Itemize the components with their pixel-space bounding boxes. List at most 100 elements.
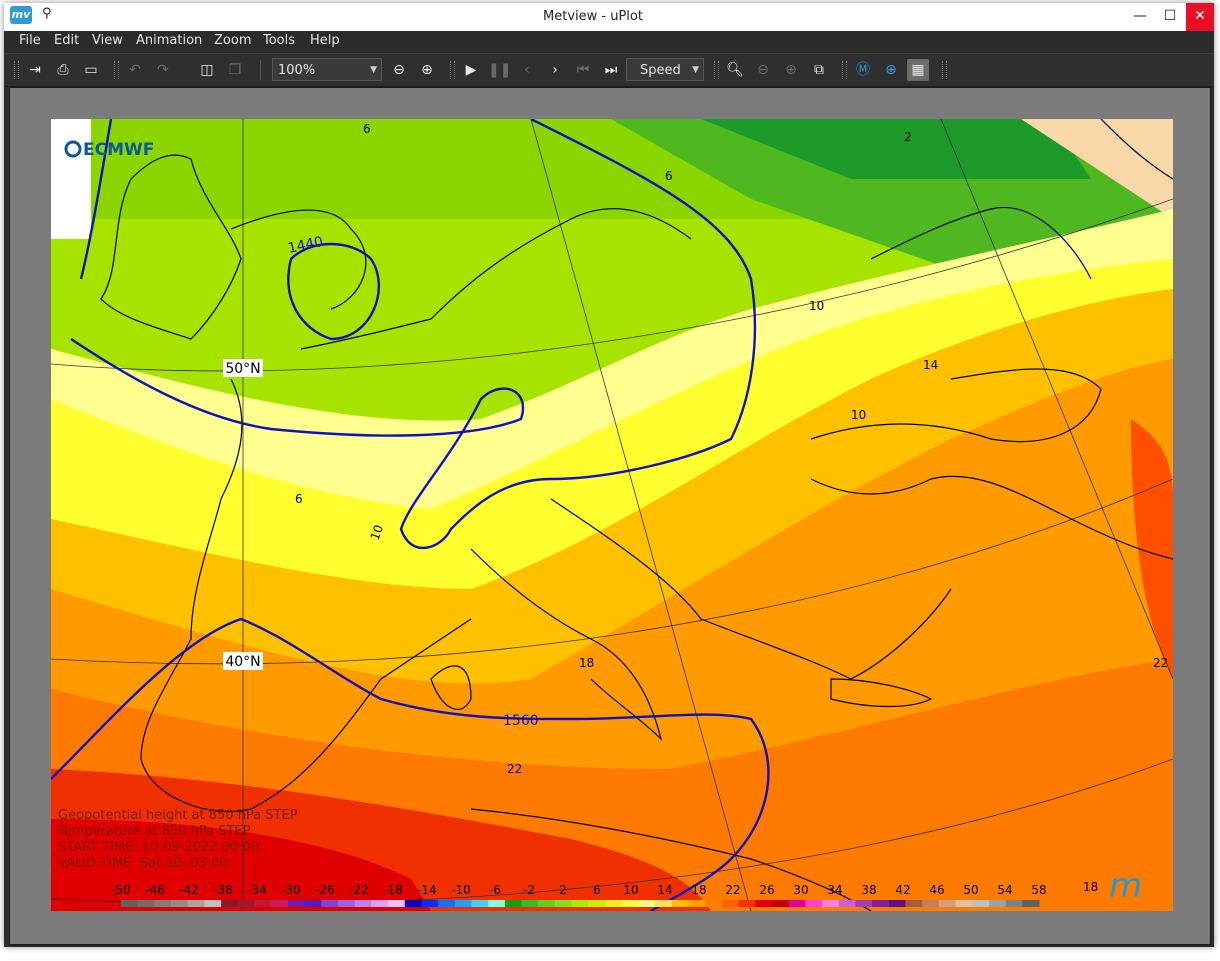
pause-icon[interactable]: ❚❚	[488, 59, 511, 81]
speed-combo[interactable]: Speed ▼	[626, 58, 704, 81]
legend-tick: -50	[111, 883, 131, 897]
temp-label: 6	[665, 169, 673, 183]
legend-swatch	[154, 900, 172, 907]
menu-view[interactable]: View	[92, 33, 123, 48]
legend-tick: 54	[997, 883, 1012, 897]
legend-swatch	[121, 900, 139, 907]
zoom-out-map-icon[interactable]: ⊖	[752, 59, 774, 81]
legend-tick: 50	[963, 883, 978, 897]
legend-swatch	[955, 900, 973, 907]
legend-tick: 30	[793, 883, 808, 897]
legend-tick: 38	[861, 883, 876, 897]
contour-label: 1560	[503, 713, 539, 729]
close-button[interactable]: ✕	[1186, 3, 1214, 31]
menu-zoom[interactable]: Zoom	[214, 33, 251, 48]
legend-swatch	[321, 900, 339, 907]
magnifier-icon[interactable]: 🔍︎	[724, 59, 746, 81]
legend-swatch	[721, 900, 740, 907]
legend-tick: 34	[827, 883, 842, 897]
export-icon[interactable]: ⇥	[24, 59, 46, 81]
legend-swatch	[1022, 900, 1040, 907]
legend-swatch	[488, 900, 506, 907]
first-frame-icon[interactable]: ⏮	[572, 59, 594, 81]
legend-tick: 46	[929, 883, 944, 897]
legend-tick: -2	[523, 883, 535, 897]
legend-tick: -6	[489, 883, 501, 897]
legend-swatch	[771, 900, 790, 907]
lat-label-40n: 40°N	[225, 654, 260, 670]
metview-m-icon[interactable]: Ⓜ	[852, 59, 874, 81]
layers-icon[interactable]: ❐	[224, 59, 246, 81]
toolbar-grip[interactable]	[450, 61, 455, 79]
print-icon[interactable]: ⎙	[52, 59, 74, 81]
zoom-stack-icon[interactable]: ⧉	[808, 59, 830, 81]
legend-swatch	[354, 900, 372, 907]
chevron-down-icon: ▼	[692, 65, 699, 75]
last-frame-icon[interactable]: ⏭	[600, 59, 622, 81]
legend-tick: -34	[247, 883, 267, 897]
redo-icon[interactable]: ↷	[152, 59, 174, 81]
legend-tick: 58	[1031, 883, 1046, 897]
zoom-value: 100%	[278, 63, 316, 78]
app-window: mv ⚲ Metview - uPlot — ☐ ✕ File Edit Vie…	[4, 3, 1214, 947]
legend-tick: -38	[213, 883, 233, 897]
toolbar-grip[interactable]	[114, 61, 119, 79]
undo-icon[interactable]: ↶	[124, 59, 146, 81]
previous-frame-icon[interactable]: ‹	[516, 59, 538, 81]
title-bar: mv ⚲ Metview - uPlot — ☐ ✕	[4, 3, 1214, 32]
legend-swatch	[671, 900, 689, 907]
ecmwf-brand: ECMWF	[83, 140, 154, 160]
legend-swatch	[421, 900, 439, 907]
toolbar-grip[interactable]	[942, 61, 947, 79]
temp-label: 22	[1153, 656, 1168, 670]
color-legend-bar	[121, 900, 1040, 907]
toolbar-grip[interactable]	[14, 61, 19, 79]
menu-file[interactable]: File	[19, 33, 41, 48]
legend-swatch	[304, 900, 322, 907]
legend-tick: 14	[657, 883, 672, 897]
legend-swatch	[588, 900, 606, 907]
legend-swatch	[287, 900, 306, 907]
minimize-button[interactable]: —	[1125, 3, 1155, 31]
map-svg: 50°N 40°N 1440 1560 6 6 2 6 10 10 10 14 …	[51, 119, 1173, 911]
legend-swatch	[521, 900, 539, 907]
crosshair-icon[interactable]: ⊕	[880, 59, 902, 81]
preview-icon[interactable]: ▭	[80, 59, 102, 81]
zoom-in-map-icon[interactable]: ⊕	[780, 59, 802, 81]
legend-swatch	[221, 900, 239, 907]
legend-swatch	[972, 900, 990, 907]
legend-swatch	[388, 900, 406, 907]
menu-help[interactable]: Help	[310, 33, 340, 48]
weather-map[interactable]: 50°N 40°N 1440 1560 6 6 2 6 10 10 10 14 …	[51, 119, 1173, 911]
temp-label: 10	[851, 408, 866, 422]
zoom-combo[interactable]: 100% ▼	[272, 58, 382, 81]
play-icon[interactable]: ▶	[460, 59, 482, 81]
temp-label: 6	[295, 492, 303, 506]
zoom-out-icon[interactable]: ⊖	[388, 59, 410, 81]
legend-tick: 42	[895, 883, 910, 897]
menu-animation[interactable]: Animation	[136, 33, 202, 48]
legend-swatch	[371, 900, 389, 907]
plot-canvas-area[interactable]: 50°N 40°N 1440 1560 6 6 2 6 10 10 10 14 …	[9, 87, 1211, 945]
next-frame-icon[interactable]: ›	[544, 59, 566, 81]
legend-swatch	[171, 900, 189, 907]
legend-swatch	[554, 900, 573, 907]
panel-toggle-icon[interactable]: ▦	[907, 59, 929, 81]
info-line: VALID TIME: Sat 10, 03:00	[58, 856, 228, 871]
sidebar-toggle-icon[interactable]: ◫	[196, 59, 218, 81]
temp-label: 6	[363, 122, 371, 136]
info-line: Temperature at 850 hPa STEP	[57, 824, 251, 839]
legend-swatch	[271, 900, 289, 907]
toolbar-grip[interactable]	[714, 61, 719, 79]
legend-tick: 26	[759, 883, 774, 897]
temp-label: 10	[809, 299, 824, 313]
zoom-in-icon[interactable]: ⊕	[416, 59, 438, 81]
menu-tools[interactable]: Tools	[263, 33, 295, 48]
legend-swatch	[788, 900, 806, 907]
legend-swatch	[254, 900, 272, 907]
maximize-button[interactable]: ☐	[1155, 3, 1185, 31]
window-title: Metview - uPlot	[543, 9, 643, 24]
toolbar-grip[interactable]	[842, 61, 847, 79]
menu-edit[interactable]: Edit	[54, 33, 79, 48]
legend-swatch	[755, 900, 773, 907]
